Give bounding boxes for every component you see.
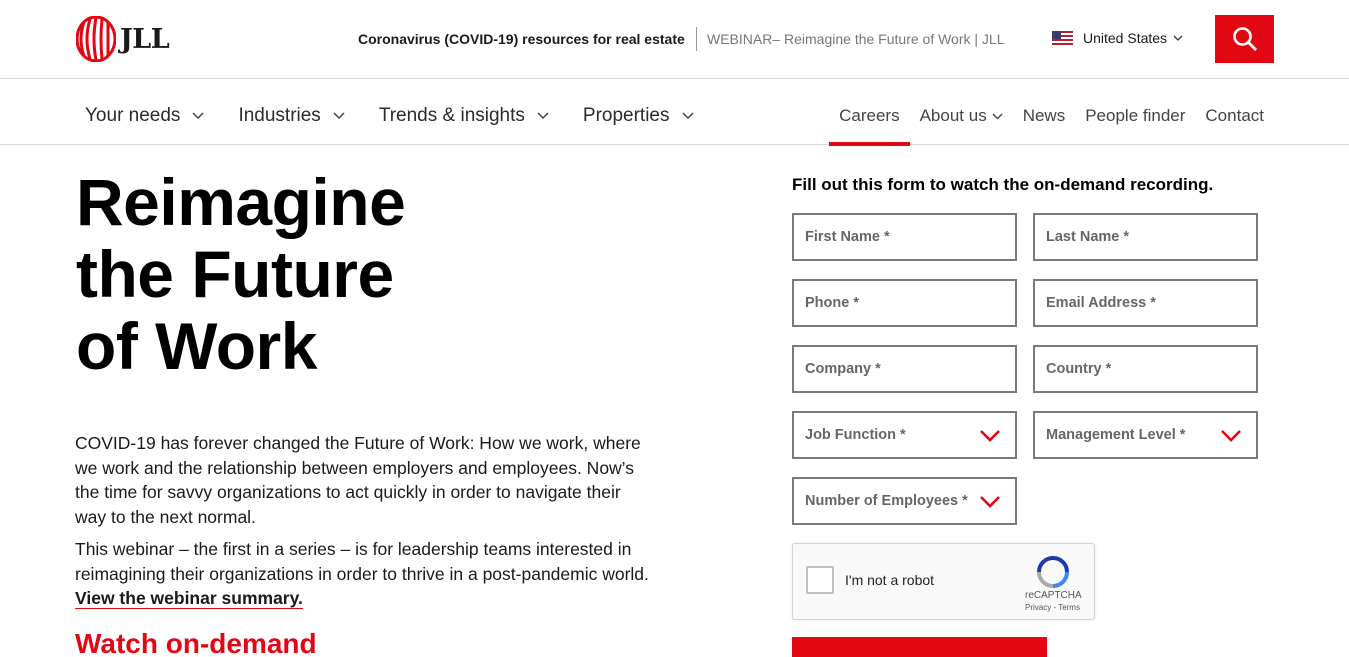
field-placeholder: Company *: [805, 361, 881, 377]
chevron-down-icon: [992, 113, 1003, 119]
nav-industries[interactable]: Industries: [238, 105, 345, 127]
title-line: the Future: [76, 237, 394, 311]
chevron-down-icon: [980, 496, 1000, 508]
management-level-select[interactable]: Management Level *: [1033, 411, 1258, 459]
field-placeholder: Phone *: [805, 295, 859, 311]
chevron-down-icon: [1221, 430, 1241, 442]
country-field[interactable]: Country *: [1033, 345, 1258, 393]
recaptcha-checkbox[interactable]: [806, 566, 834, 594]
chevron-down-icon: [1173, 35, 1183, 41]
nav-contact[interactable]: Contact: [1205, 106, 1264, 126]
page-title: Reimagine the Future of Work: [76, 165, 406, 383]
nav-careers[interactable]: Careers: [829, 106, 911, 146]
chevron-down-icon: [192, 112, 204, 120]
webinar-summary-link[interactable]: View the webinar summary.: [75, 588, 303, 609]
field-placeholder: Management Level *: [1046, 427, 1186, 443]
nav-label: Properties: [582, 105, 670, 126]
search-icon: [1232, 27, 1257, 51]
nav-people-finder[interactable]: People finder: [1085, 106, 1185, 126]
webinar-text: This webinar – the first in a series – i…: [75, 539, 649, 584]
us-flag-icon: [1052, 31, 1073, 45]
main-navigation: Your needs Industries Trends & insights …: [0, 79, 1349, 146]
field-placeholder: Job Function *: [805, 427, 906, 443]
search-button[interactable]: [1215, 15, 1274, 63]
last-name-field[interactable]: Last Name *: [1033, 213, 1258, 261]
chevron-down-icon: [537, 112, 549, 120]
first-name-field[interactable]: First Name *: [792, 213, 1017, 261]
job-function-select[interactable]: Job Function *: [792, 411, 1017, 459]
covid-resources-link[interactable]: Coronavirus (COVID-19) resources for rea…: [358, 31, 685, 47]
nav-about-us[interactable]: About us: [920, 106, 1003, 126]
nav-trends-insights[interactable]: Trends & insights: [379, 105, 549, 127]
nav-your-needs[interactable]: Your needs: [85, 105, 204, 127]
top-utility-bar: JLL Coronavirus (COVID-19) resources for…: [0, 0, 1349, 79]
webinar-paragraph: This webinar – the first in a series – i…: [75, 537, 650, 611]
form-heading: Fill out this form to watch the on-deman…: [792, 175, 1214, 194]
field-placeholder: Last Name *: [1046, 229, 1130, 245]
recaptcha-label: I'm not a robot: [845, 572, 935, 588]
title-line: of Work: [76, 309, 317, 383]
email-field[interactable]: Email Address *: [1033, 279, 1258, 327]
phone-field[interactable]: Phone *: [792, 279, 1017, 327]
chevron-down-icon: [333, 112, 345, 120]
field-placeholder: Email Address *: [1046, 295, 1156, 311]
country-label: United States: [1083, 30, 1168, 46]
recaptcha-terms[interactable]: Privacy - Terms: [1025, 603, 1080, 612]
title-line: Reimagine: [76, 165, 406, 239]
nav-label: Industries: [238, 105, 321, 126]
submit-button[interactable]: [792, 637, 1047, 657]
recaptcha-brand: reCAPTCHA: [1025, 590, 1082, 601]
webinar-link[interactable]: WEBINAR– Reimagine the Future of Work | …: [707, 31, 1005, 47]
jll-logo-mark-icon: [76, 16, 116, 62]
country-selector[interactable]: United States: [1052, 30, 1183, 46]
nav-properties[interactable]: Properties: [583, 105, 694, 127]
field-placeholder: First Name *: [805, 229, 890, 245]
company-field[interactable]: Company *: [792, 345, 1017, 393]
recaptcha-widget: I'm not a robot reCAPTCHA Privacy - Term…: [792, 543, 1095, 620]
divider: [696, 27, 697, 51]
nav-label: About us: [919, 106, 987, 125]
field-placeholder: Number of Employees *: [805, 493, 968, 509]
chevron-down-icon: [681, 112, 694, 120]
employees-select[interactable]: Number of Employees *: [792, 477, 1017, 525]
nav-label: Your needs: [85, 105, 181, 126]
nav-news[interactable]: News: [1023, 106, 1066, 126]
watch-on-demand-heading: Watch on-demand: [75, 628, 317, 657]
intro-paragraph: COVID-19 has forever changed the Future …: [75, 433, 641, 527]
logo-text: JLL: [120, 23, 170, 55]
jll-logo[interactable]: JLL: [76, 16, 170, 62]
field-placeholder: Country *: [1046, 361, 1112, 377]
nav-label: Trends & insights: [378, 105, 525, 126]
chevron-down-icon: [980, 430, 1000, 442]
recaptcha-icon: [1037, 556, 1069, 588]
